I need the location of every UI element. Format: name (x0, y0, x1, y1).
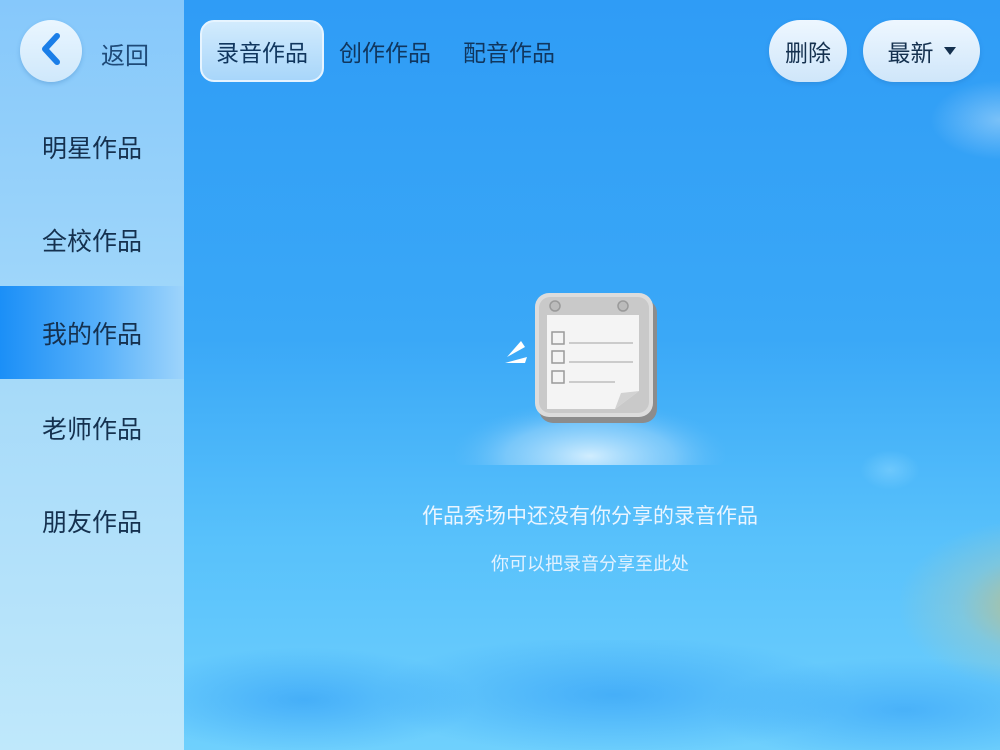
tab-recording-works[interactable]: 录音作品 (200, 20, 324, 82)
app-screen: 返回 明星作品 全校作品 我的作品 老师作品 朋友作品 录音作品 创作作品 配音… (0, 0, 1000, 750)
sidebar-item-teacher-works[interactable]: 老师作品 (0, 381, 184, 474)
empty-state-hint: 你可以把录音分享至此处 (491, 554, 689, 575)
tab-dubbing-works[interactable]: 配音作品 (447, 20, 571, 82)
background-clouds (184, 640, 1000, 750)
delete-button[interactable]: 删除 (769, 20, 847, 82)
back-button[interactable] (20, 20, 82, 82)
tab-creation-works[interactable]: 创作作品 (323, 20, 447, 82)
sidebar: 返回 明星作品 全校作品 我的作品 老师作品 朋友作品 (0, 0, 184, 750)
background-blob (930, 80, 1000, 160)
caret-down-icon (943, 47, 956, 55)
sidebar-item-my-works[interactable]: 我的作品 (0, 286, 184, 379)
sort-dropdown-label: 最新 (887, 41, 934, 67)
sidebar-item-school-works[interactable]: 全校作品 (0, 193, 184, 286)
delete-button-label: 删除 (785, 41, 831, 67)
sort-dropdown[interactable]: 最新 (863, 20, 980, 82)
background-blob (860, 450, 920, 490)
empty-state-message: 作品秀场中还没有你分享的录音作品 (422, 504, 758, 528)
sidebar-item-friend-works[interactable]: 朋友作品 (0, 474, 184, 567)
back-label[interactable]: 返回 (101, 36, 149, 71)
sidebar-item-star-works[interactable]: 明星作品 (0, 100, 184, 193)
empty-checklist-icon (450, 285, 730, 500)
chevron-left-icon (38, 32, 64, 70)
